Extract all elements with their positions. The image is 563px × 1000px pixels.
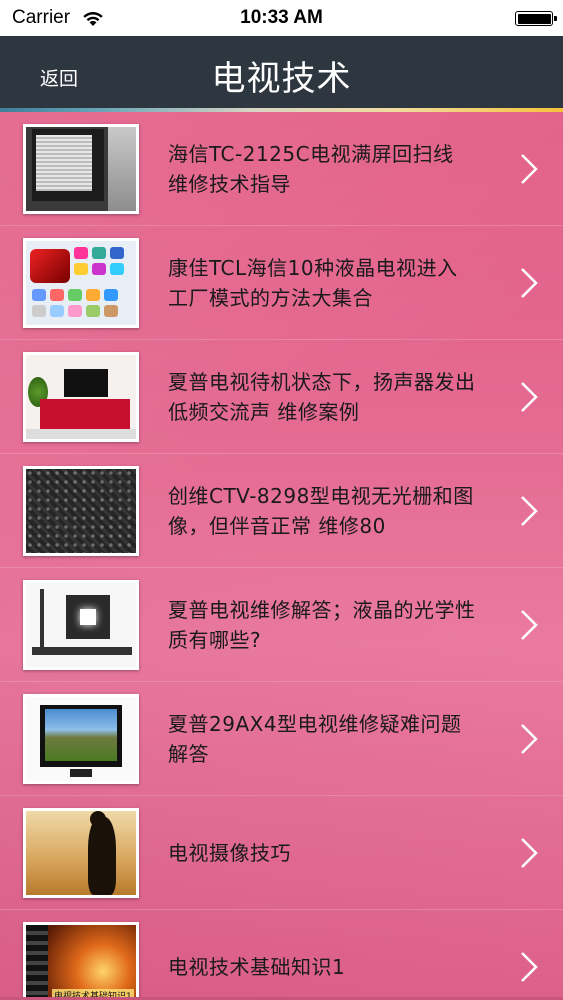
thumbnail-image: 电视技术基础知识1 bbox=[23, 922, 139, 1000]
chevron-right-icon bbox=[521, 610, 538, 640]
list-item[interactable]: 夏普电视维修解答；液晶的光学性 质有哪些? bbox=[0, 568, 563, 682]
thumbnail-image bbox=[23, 580, 139, 670]
thumbnail-image bbox=[23, 352, 139, 442]
list-item-title: 创维CTV-8298型电视无光栅和图 像，但伴音正常 维修80 bbox=[168, 484, 474, 538]
chevron-right-icon bbox=[521, 268, 538, 298]
list-item[interactable]: 夏普29AX4型电视维修疑难问题 解答 bbox=[0, 682, 563, 796]
thumbnail-image bbox=[23, 808, 139, 898]
list-item-title: 电视技术基础知识1 bbox=[168, 955, 346, 979]
chevron-right-icon bbox=[521, 952, 538, 982]
article-list[interactable]: 海信TC-2125C电视满屏回扫线 维修技术指导 康佳TCL海信10种液晶电视进入… bbox=[0, 112, 563, 1000]
list-item[interactable]: 海信TC-2125C电视满屏回扫线 维修技术指导 bbox=[0, 112, 563, 226]
chevron-right-icon bbox=[521, 724, 538, 754]
battery-icon bbox=[515, 11, 557, 26]
thumbnail-image bbox=[23, 238, 139, 328]
thumbnail-image bbox=[23, 694, 139, 784]
chevron-right-icon bbox=[521, 838, 538, 868]
list-item-title: 海信TC-2125C电视满屏回扫线 维修技术指导 bbox=[168, 142, 454, 196]
page-title: 电视技术 bbox=[211, 59, 352, 99]
list-item-title: 电视摄像技巧 bbox=[168, 841, 291, 865]
chevron-right-icon bbox=[521, 154, 538, 184]
thumbnail-image bbox=[23, 466, 139, 556]
list-item[interactable]: 康佳TCL海信10种液晶电视进入 工厂模式的方法大集合 bbox=[0, 226, 563, 340]
list-item[interactable]: 电视技术基础知识1 电视技术基础知识1 bbox=[0, 910, 563, 1000]
status-time: 10:33 AM bbox=[240, 7, 323, 28]
chevron-right-icon bbox=[521, 496, 538, 526]
status-bar: Carrier 10:33 AM bbox=[0, 0, 563, 36]
list-item[interactable]: 夏普电视待机状态下，扬声器发出 低频交流声 维修案例 bbox=[0, 340, 563, 454]
list-item[interactable]: 创维CTV-8298型电视无光栅和图 像，但伴音正常 维修80 bbox=[0, 454, 563, 568]
list-item[interactable]: 电视摄像技巧 bbox=[0, 796, 563, 910]
list-item-title: 夏普29AX4型电视维修疑难问题 解答 bbox=[168, 712, 462, 766]
list-item-title: 康佳TCL海信10种液晶电视进入 工厂模式的方法大集合 bbox=[168, 256, 458, 310]
list-item-title: 夏普电视待机状态下，扬声器发出 低频交流声 维修案例 bbox=[168, 370, 476, 424]
list-item-title: 夏普电视维修解答；液晶的光学性 质有哪些? bbox=[168, 598, 476, 652]
thumbnail-image bbox=[23, 124, 139, 214]
chevron-right-icon bbox=[521, 382, 538, 412]
